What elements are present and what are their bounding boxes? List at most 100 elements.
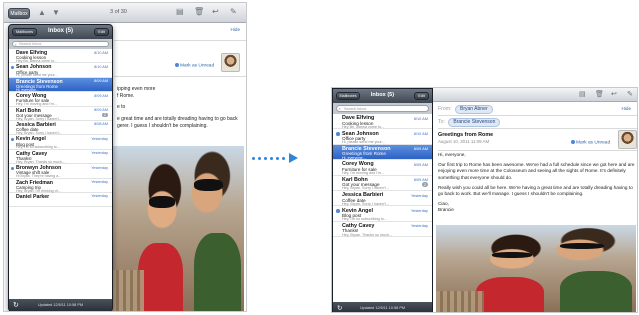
message-row[interactable]: Kevin Angel Yesterday Blog post Hey, I'm so… <box>333 206 432 222</box>
message-date: 8/10 AM <box>94 50 108 55</box>
sender-avatar <box>221 53 240 72</box>
message-row[interactable]: Sean Johnson 8/10 AM Office party Hi, pleas… <box>333 129 432 145</box>
edit-button[interactable]: Edit <box>414 92 429 100</box>
unread-dot-icon <box>11 66 14 70</box>
compose-icon[interactable]: ✎ <box>627 91 633 99</box>
message-row[interactable]: Cathy Cavey Yesterday Thanks! Hey, Bryan. T… <box>333 222 432 238</box>
message-row[interactable]: Cathy Cavey Yesterday Thanks! Hey, Bryan. T… <box>9 150 112 165</box>
attached-photo[interactable] <box>112 146 244 311</box>
message-row[interactable]: Dave Elfving 8/10 AM Cooking lesson Hey Bri… <box>333 114 432 130</box>
mark-as-unread-label: Mark as Unread <box>576 140 611 146</box>
trash-icon[interactable]: 🗑 <box>595 91 604 99</box>
to-row: To: Brancie Stevenson <box>438 118 501 127</box>
message-row[interactable]: Karl Bohn 8/09 AM Got your message Hey, Bry… <box>9 107 112 121</box>
message-row[interactable]: Jessica Barbieri Yesterday Coffee date Hey,… <box>333 191 432 207</box>
body-paragraph: Our first trip to Rome has been awesome.… <box>438 162 635 180</box>
inbox-footer: ↻ Updated 12/5/11 10:58 PM <box>9 299 112 311</box>
from-row: From: Bryan Abner <box>438 105 493 114</box>
from-label: From: <box>438 106 452 112</box>
arrow-dot <box>270 156 273 160</box>
message-preview: Hey, Bryan. I'm thinking of... <box>16 188 61 193</box>
mailboxes-button[interactable]: Mailbox <box>8 8 30 19</box>
photo-detail <box>476 276 544 312</box>
folder-icon[interactable]: ▤ <box>176 8 184 16</box>
inbox-header: Mailboxes Inbox (5) Edit <box>333 89 432 103</box>
folder-icon[interactable]: ▤ <box>579 91 586 99</box>
message-preview: Hey, I'm moving and I'm... <box>342 170 385 175</box>
message-date: 8/08 AM <box>94 122 108 127</box>
search-input[interactable]: ⌕ Search Inbox <box>12 41 109 47</box>
message-date: Yesterday <box>91 151 108 156</box>
updated-status: Updated 12/5/11 10:58 PM <box>359 305 406 310</box>
search-input[interactable]: ⌕ Search Inbox <box>336 105 429 112</box>
message-preview: Hey, Bryan. Sorry I haven't... <box>342 186 389 191</box>
left-screen: Mailbox ▲ ▼ 3 of 30 ▤ 🗑 ↩ ✎ Hide Mark as… <box>3 2 247 312</box>
message-date: 8/09 AM <box>413 146 428 152</box>
message-row[interactable]: Bronwyn Johnson Yesterday Vintage shift sa… <box>9 164 112 179</box>
inbox-footer: ↻ Updated 12/5/11 10:58 PM <box>333 302 432 312</box>
hide-details-link[interactable]: Hide <box>622 106 631 111</box>
reply-icon[interactable]: ↩ <box>212 8 219 16</box>
mark-as-unread-link[interactable]: Mark as Unread <box>571 140 610 145</box>
message-row[interactable]: Brancie Stevenson 8/09 AM Greetings from R… <box>333 144 432 161</box>
message-row[interactable]: Corey Wong 8/09 AM Furniture for sale Hey, … <box>333 160 432 176</box>
photo-detail <box>193 179 223 192</box>
message-date: 8/10 AM <box>94 64 108 69</box>
arrow-dot <box>264 156 267 160</box>
arrow-tip-icon <box>289 153 298 163</box>
message-preview: Hi Bryan. They're having a... <box>16 174 62 179</box>
message-preview: Hey, I'm moving and I'm... <box>16 102 58 107</box>
message-row[interactable]: Dave Elfving 8/10 AM Cooking lesson Hey Bri… <box>9 49 112 64</box>
unread-dot-icon <box>175 63 179 67</box>
message-preview: Hi, please send me your... <box>342 140 385 145</box>
sender-avatar <box>618 130 637 149</box>
subject-divider <box>114 76 246 77</box>
attached-photo[interactable] <box>436 225 636 312</box>
message-list: Dave Elfving 8/10 AM Cooking lesson Hey Bri… <box>9 49 112 299</box>
inbox-header: Mailboxes Inbox (5) Edit <box>9 25 112 39</box>
message-date: Yesterday <box>91 165 108 170</box>
photo-detail <box>436 290 484 312</box>
down-arrow-icon[interactable]: ▼ <box>52 9 60 17</box>
up-arrow-icon[interactable]: ▲ <box>38 9 46 17</box>
hide-details-link[interactable]: Hide <box>231 27 240 32</box>
right-message-toolbar: ▤ 🗑 ↩ ✎ <box>433 88 637 102</box>
reply-icon[interactable]: ↩ <box>611 91 617 99</box>
message-row[interactable]: Karl Bohn 8/09 AM Got your message Hey, Bry… <box>333 176 432 191</box>
mark-as-unread-link[interactable]: Mark as Unread <box>175 63 214 68</box>
to-chip[interactable]: Brancie Stevenson <box>448 118 501 127</box>
arrow-dot <box>252 156 255 160</box>
message-preview: Hi, please send me your... <box>16 73 58 78</box>
edit-button[interactable]: Edit <box>94 28 109 36</box>
message-row[interactable]: Jessica Barbieri 8/08 AM Coffee date Hey, B… <box>9 121 112 136</box>
message-row[interactable]: Corey Wong 8/09 AM Furniture for sale Hey, … <box>9 92 112 107</box>
unread-dot-icon <box>336 209 340 213</box>
search-icon: ⌕ <box>338 106 341 111</box>
trash-icon[interactable]: 🗑 <box>194 8 204 16</box>
unread-dot-icon <box>11 138 14 142</box>
message-body-partial: ipping even more f Rome. e to e great ti… <box>117 86 245 130</box>
message-row[interactable]: Daniel Parker Yesterday <box>9 193 112 208</box>
subject-divider <box>438 150 637 151</box>
transition-arrow <box>252 153 298 163</box>
message-row[interactable]: Brancie Stevenson 8/09 AM Greetings from R… <box>9 77 112 93</box>
message-row[interactable]: Kevin Angel Yesterday Blog post Hey, I'm so… <box>9 135 112 150</box>
body-signature: Brancie <box>438 207 454 213</box>
from-chip[interactable]: Bryan Abner <box>455 105 493 114</box>
message-preview: Hey, Bryan, Sorry I haven't... <box>342 201 389 206</box>
arrow-dot <box>276 156 279 160</box>
message-subject: Greetings from Rome <box>438 132 494 138</box>
inbox-sidebar: Mailboxes Inbox (5) Edit ⌕ Search Inbox … <box>332 88 433 312</box>
search-bar-area: ⌕ Search Inbox <box>9 39 112 49</box>
to-label: To: <box>438 119 445 125</box>
message-date: 8/09 AM <box>94 79 108 84</box>
mark-as-unread-label: Mark as Unread <box>180 63 215 69</box>
message-body: Hi, everyone, Our first trip to Rome has… <box>438 152 636 214</box>
compose-icon[interactable]: ✎ <box>230 8 237 16</box>
message-row[interactable]: Sean Johnson 8/10 AM Office party Hi, pleas… <box>9 63 112 78</box>
body-fragment: f Rome. <box>117 93 135 100</box>
message-row[interactable]: Zach Friedman Yesterday Camping trip Hey, B… <box>9 179 112 193</box>
unread-dot-icon <box>571 140 575 144</box>
message-date: Yesterday <box>91 180 108 185</box>
message-preview: Hey, Bryan. Sorry I haven't... <box>16 116 62 121</box>
